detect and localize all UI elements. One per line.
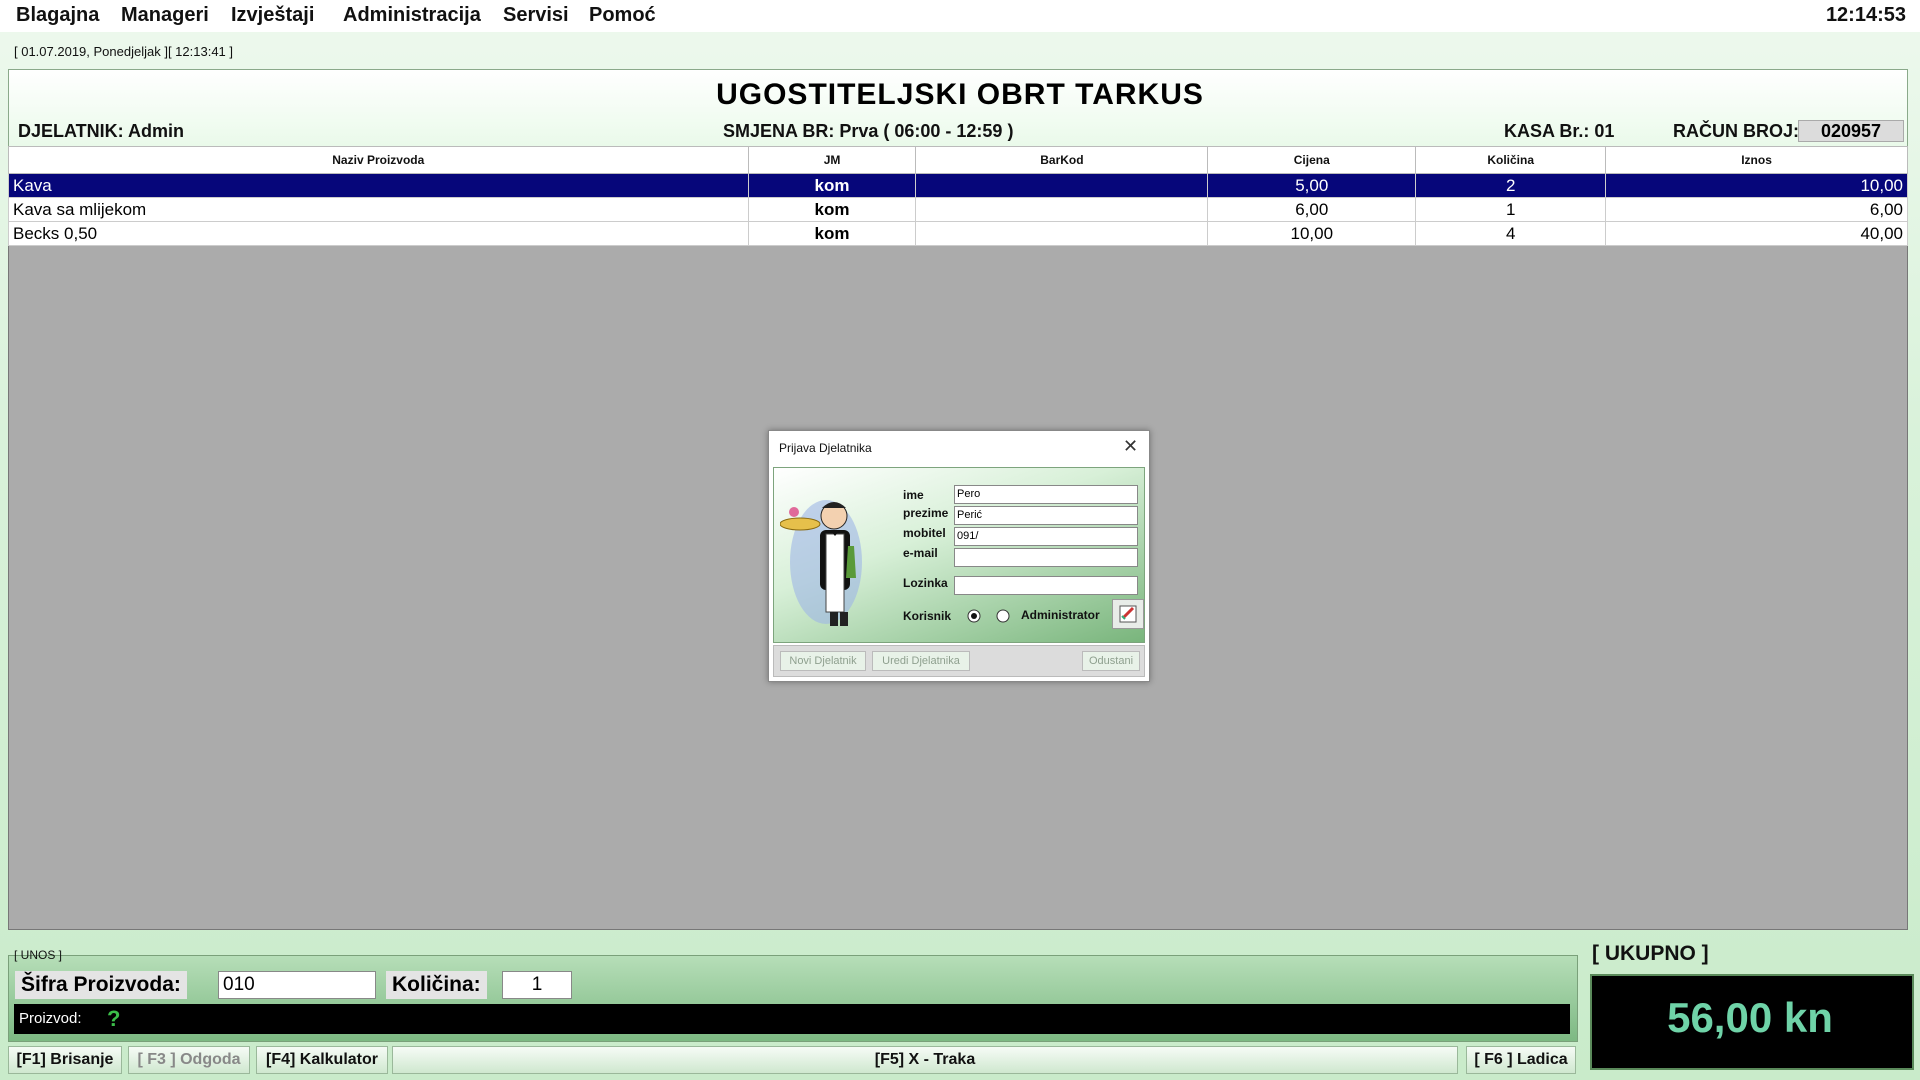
f6-ladica-button[interactable]: [ F6 ] Ladica: [1466, 1046, 1576, 1074]
kasa-label: KASA Br.: 01: [1504, 121, 1615, 141]
col-jm[interactable]: JM: [747, 146, 917, 174]
smjena-label: SMJENA BR: Prva ( 06:00 - 12:59 ): [723, 121, 1014, 141]
svg-text:?: ?: [107, 1006, 120, 1031]
table-row[interactable]: Becks 0,50 kom 10,00 4 40,00: [8, 221, 1908, 246]
prezime-label: prezime: [903, 506, 949, 520]
email-label: e-mail: [903, 546, 938, 560]
cell-name: Kava sa mlijekom: [8, 197, 749, 222]
cell-cijena: 10,00: [1207, 221, 1417, 246]
dialog-body: ime Pero prezime Perić mobitel 091/ e-ma…: [773, 467, 1145, 643]
dialog-footer: Novi Djelatnik Uredi Djelatnika Odustani: [773, 645, 1145, 677]
table-row[interactable]: Kava sa mlijekom kom 6,00 1 6,00: [8, 197, 1908, 222]
racun-label: RAČUN BROJ:: [1673, 121, 1799, 141]
sifra-input[interactable]: 010: [218, 971, 376, 999]
menu-servisi[interactable]: Servisi: [503, 4, 569, 27]
f3-odgoda-button[interactable]: [ F3 ] Odgoda: [128, 1046, 250, 1074]
korisnik-label: Korisnik: [903, 609, 952, 623]
cell-cijena: 5,00: [1207, 173, 1417, 198]
close-icon[interactable]: ✕: [1123, 436, 1138, 457]
company-title: UGOSTITELJSKI OBRT TARKUS: [716, 78, 1204, 111]
kolicina-input[interactable]: 1: [502, 971, 572, 999]
menu-manageri[interactable]: Manageri: [121, 4, 209, 27]
prezime-field[interactable]: Perić: [954, 506, 1138, 525]
korisnik-radio[interactable]: [967, 609, 981, 623]
f4-kalkulator-button[interactable]: [F4] Kalkulator: [256, 1046, 388, 1074]
menu-pomoc[interactable]: Pomoć: [589, 4, 656, 27]
cell-kolicina: 2: [1415, 173, 1607, 198]
f5-x-traka-button[interactable]: [F5] X - Traka: [392, 1046, 1458, 1074]
cell-name: Becks 0,50: [8, 221, 749, 246]
sifra-label: Šifra Proizvoda:: [15, 971, 187, 999]
ukupno-label: [ UKUPNO ]: [1592, 942, 1709, 965]
cell-iznos: 40,00: [1605, 221, 1908, 246]
djelatnik-label: DJELATNIK: Admin: [18, 121, 184, 141]
ime-label: ime: [903, 488, 924, 502]
col-kolicina[interactable]: Količina: [1415, 146, 1607, 174]
col-cijena[interactable]: Cijena: [1207, 146, 1417, 174]
cell-iznos: 6,00: [1605, 197, 1908, 222]
mobitel-label: mobitel: [903, 526, 946, 540]
session-date: [ 01.07.2019, Ponedjeljak ][ 12:13:41 ]: [14, 44, 234, 59]
uredi-djelatnika-button[interactable]: Uredi Djelatnika: [872, 651, 970, 671]
cell-jm: kom: [747, 173, 917, 198]
waiter-illustration-icon: [780, 500, 862, 626]
kolicina-label: Količina:: [386, 971, 487, 999]
menu-administracija[interactable]: Administracija: [343, 4, 481, 27]
proizvod-bar: [14, 1004, 1570, 1034]
cell-jm: kom: [747, 221, 917, 246]
email-field[interactable]: [954, 548, 1138, 567]
clock: 12:14:53: [1825, 4, 1906, 26]
lozinka-label: Lozinka: [903, 576, 948, 590]
cell-kolicina: 1: [1415, 197, 1607, 222]
col-naziv[interactable]: Naziv Proizvoda: [8, 146, 749, 174]
menu-izvjestaji[interactable]: Izvještaji: [231, 4, 314, 27]
cell-iznos: 10,00: [1605, 173, 1908, 198]
edit-doc-icon: [1119, 605, 1137, 623]
table-row[interactable]: Kava kom 5,00 2 10,00: [8, 173, 1908, 198]
table-header-row: Naziv Proizvoda JM BarKod Cijena Količin…: [8, 146, 1908, 174]
dialog-title: Prijava Djelatnika: [779, 441, 872, 455]
total-amount: 56,00 kn: [1667, 994, 1833, 1041]
proizvod-label: Proizvod:: [19, 1010, 82, 1027]
cell-cijena: 6,00: [1207, 197, 1417, 222]
cell-barkod: [915, 173, 1209, 198]
cell-kolicina: 4: [1415, 221, 1607, 246]
question-icon: ?: [107, 1006, 120, 1031]
f1-brisanje-button[interactable]: [F1] Brisanje: [8, 1046, 122, 1074]
menu-bar: Blagajna Manageri Izvještaji Administrac…: [0, 0, 1920, 32]
login-dialog: Prijava Djelatnika ✕ ime Pero prezime Pe…: [768, 430, 1150, 682]
administrator-radio[interactable]: [996, 609, 1010, 623]
cell-barkod: [915, 197, 1209, 222]
col-iznos[interactable]: Iznos: [1605, 146, 1908, 174]
edit-permissions-button[interactable]: [1112, 599, 1144, 629]
password-field[interactable]: [954, 576, 1138, 595]
unos-section-label: [ UNOS ]: [14, 948, 63, 962]
ime-field[interactable]: Pero: [954, 485, 1138, 504]
cell-barkod: [915, 221, 1209, 246]
mobitel-field[interactable]: 091/: [954, 527, 1138, 546]
administrator-label: Administrator: [1021, 608, 1100, 622]
col-barkod[interactable]: BarKod: [915, 146, 1209, 174]
novi-djelatnik-button[interactable]: Novi Djelatnik: [780, 651, 866, 671]
odustani-button[interactable]: Odustani: [1082, 651, 1140, 671]
items-table: Naziv Proizvoda JM BarKod Cijena Količin…: [8, 146, 1908, 246]
racun-number: 020957: [1798, 120, 1904, 142]
cell-jm: kom: [747, 197, 917, 222]
cell-name: Kava: [8, 173, 749, 198]
menu-blagajna[interactable]: Blagajna: [16, 4, 99, 27]
